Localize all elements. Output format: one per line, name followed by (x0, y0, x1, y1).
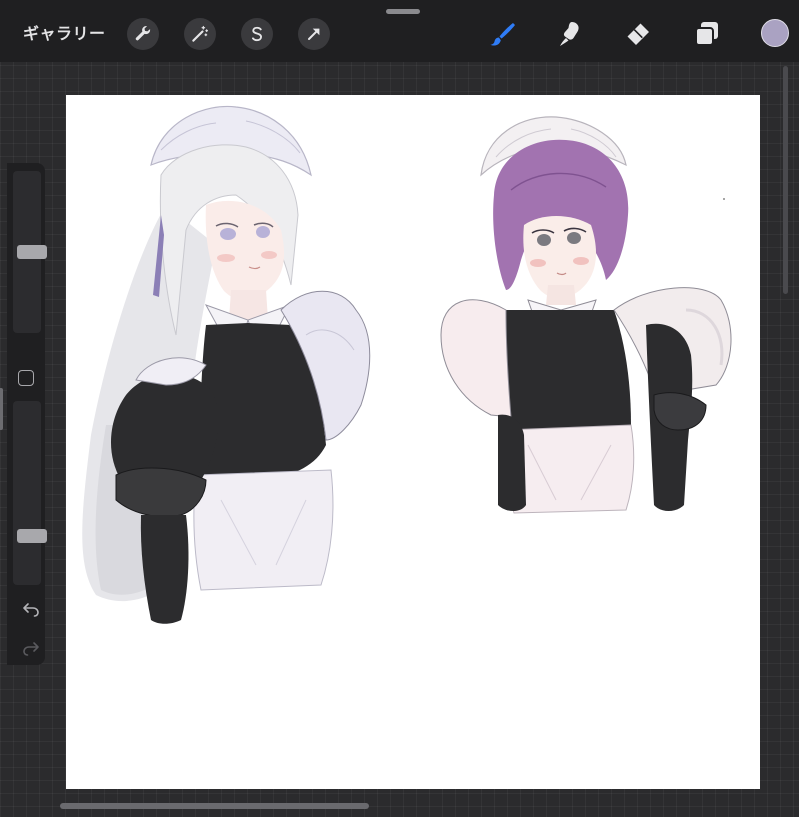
adjustments-button[interactable] (184, 18, 216, 50)
undo-button[interactable] (20, 598, 42, 620)
layers-button[interactable] (691, 18, 723, 50)
transform-button[interactable] (298, 18, 330, 50)
modifier-button[interactable] (18, 370, 34, 386)
drawing-canvas[interactable] (66, 95, 760, 789)
opacity-slider[interactable] (13, 401, 47, 585)
right-maid-figure (440, 116, 732, 514)
left-sidebar (7, 163, 47, 665)
layers-icon (695, 22, 718, 46)
color-swatch[interactable] (761, 19, 789, 47)
toolbar-grabber[interactable] (386, 9, 420, 14)
selection-s-icon (252, 26, 263, 42)
transform-arrow-icon (308, 28, 320, 40)
sidebar-edge-handle[interactable] (0, 388, 3, 430)
brush-icon (490, 23, 515, 46)
eraser-tool-button[interactable] (622, 18, 654, 50)
redo-button[interactable] (20, 637, 42, 659)
redo-icon (23, 642, 39, 656)
left-maid-figure (82, 105, 371, 624)
brush-size-handle[interactable] (17, 245, 47, 259)
undo-icon (23, 603, 39, 617)
selection-button[interactable] (241, 18, 273, 50)
eraser-icon (627, 23, 649, 45)
artwork-maids (82, 105, 732, 624)
brush-tool-button[interactable] (486, 18, 518, 50)
top-toolbar: ギャラリー (0, 0, 799, 62)
smudge-tool-button[interactable] (554, 18, 586, 50)
opacity-handle[interactable] (17, 529, 47, 543)
actions-button[interactable] (127, 18, 159, 50)
vertical-scrollbar[interactable] (783, 66, 788, 294)
magic-wand-icon (192, 25, 209, 42)
horizontal-scrollbar[interactable] (60, 803, 369, 809)
gallery-button[interactable]: ギャラリー (23, 22, 106, 46)
smudge-icon (560, 22, 579, 46)
brush-size-slider[interactable] (13, 171, 47, 333)
wrench-icon (135, 26, 151, 41)
